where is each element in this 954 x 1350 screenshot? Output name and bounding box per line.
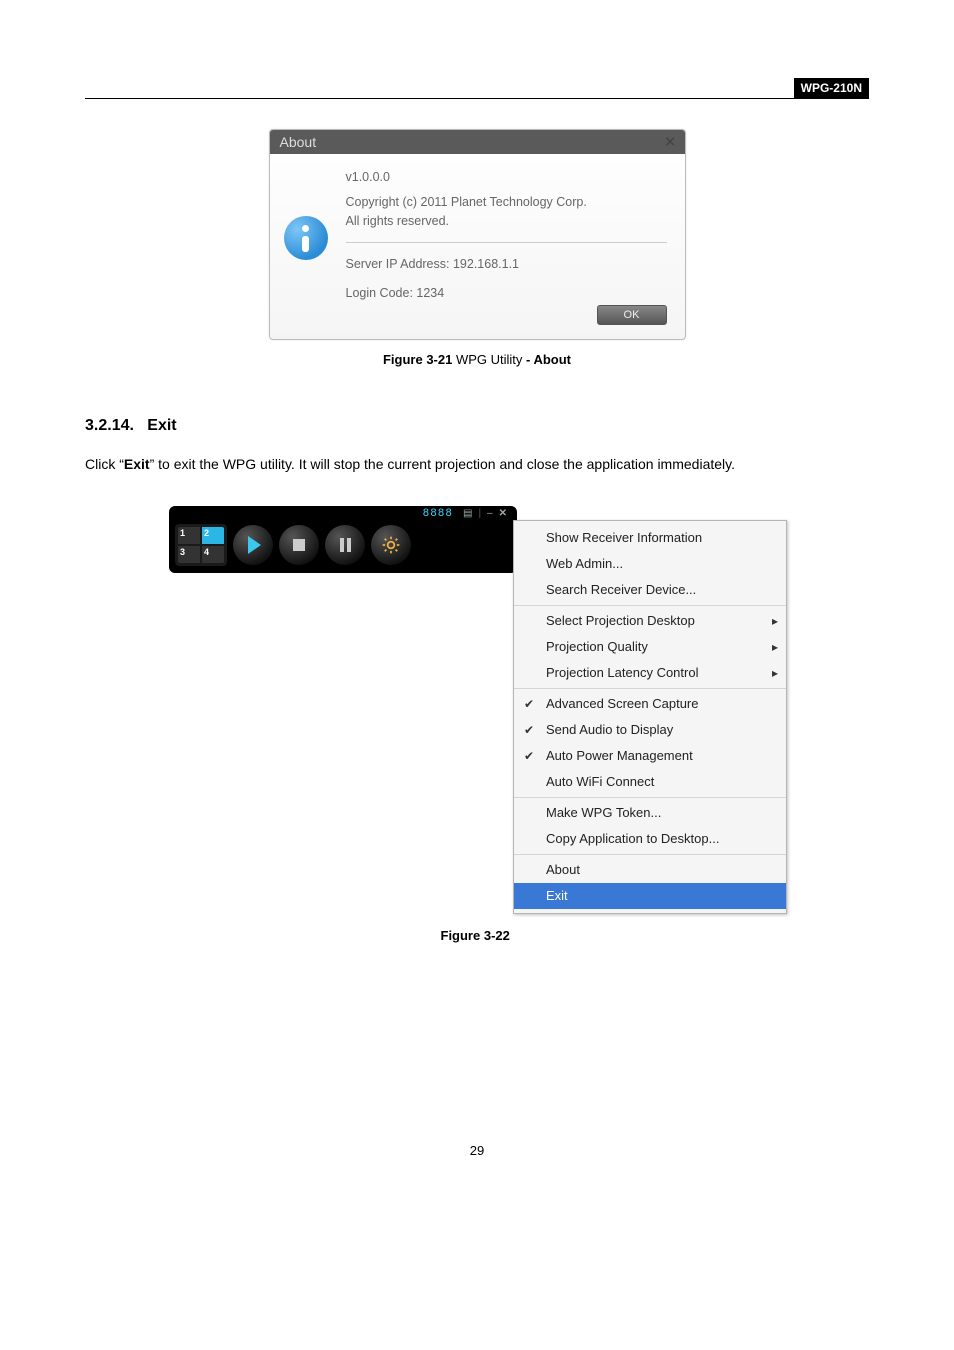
quadrant-2[interactable]: 2 bbox=[202, 527, 224, 544]
menu-web-admin[interactable]: Web Admin... bbox=[514, 551, 786, 577]
menu-show-receiver-info[interactable]: Show Receiver Information bbox=[514, 525, 786, 551]
login-code-display: 8888 bbox=[423, 508, 453, 520]
minimize-icon[interactable]: – bbox=[487, 508, 493, 520]
menu-projection-quality[interactable]: Projection Quality bbox=[514, 634, 786, 660]
about-titlebar: About ✕ bbox=[270, 130, 685, 154]
menu-about[interactable]: About bbox=[514, 857, 786, 883]
about-login-code: Login Code: 1234 bbox=[346, 284, 667, 303]
play-button[interactable] bbox=[233, 525, 273, 565]
menu-auto-wifi-connect[interactable]: Auto WiFi Connect bbox=[514, 769, 786, 795]
menu-copy-application[interactable]: Copy Application to Desktop... bbox=[514, 826, 786, 852]
gear-icon bbox=[381, 535, 401, 555]
context-menu: Show Receiver Information Web Admin... S… bbox=[513, 520, 787, 914]
info-icon bbox=[284, 216, 328, 260]
quadrant-1[interactable]: 1 bbox=[178, 527, 200, 544]
player-figure: 8888 ▤ | – ✕ 1 2 3 4 bbox=[169, 506, 785, 916]
about-copyright-1: Copyright (c) 2011 Planet Technology Cor… bbox=[346, 193, 667, 212]
about-version: v1.0.0.0 bbox=[346, 168, 667, 187]
about-dialog: About ✕ v1.0.0.0 Copyright (c) 2011 Plan… bbox=[269, 129, 686, 340]
ok-button[interactable]: OK bbox=[597, 305, 667, 326]
menu-icon[interactable]: ▤ bbox=[463, 508, 472, 520]
menu-auto-power-mgmt[interactable]: Auto Power Management bbox=[514, 743, 786, 769]
about-server-ip: Server IP Address: 192.168.1.1 bbox=[346, 255, 667, 274]
figure-caption-1: Figure 3-21 WPG Utility - About bbox=[85, 352, 869, 367]
product-tag: WPG-210N bbox=[794, 78, 869, 98]
pause-button[interactable] bbox=[325, 525, 365, 565]
menu-exit[interactable]: Exit bbox=[514, 883, 786, 909]
about-copyright-2: All rights reserved. bbox=[346, 212, 667, 231]
menu-projection-latency[interactable]: Projection Latency Control bbox=[514, 660, 786, 686]
header-rule bbox=[85, 98, 869, 99]
section-heading: 3.2.14. Exit bbox=[85, 417, 869, 435]
close-icon[interactable]: ✕ bbox=[664, 133, 677, 151]
menu-select-projection-desktop[interactable]: Select Projection Desktop bbox=[514, 608, 786, 634]
page-number: 29 bbox=[85, 1143, 869, 1158]
menu-make-wpg-token[interactable]: Make WPG Token... bbox=[514, 800, 786, 826]
settings-button[interactable] bbox=[371, 525, 411, 565]
quadrant-4[interactable]: 4 bbox=[202, 546, 224, 563]
menu-search-receiver[interactable]: Search Receiver Device... bbox=[514, 577, 786, 603]
stop-button[interactable] bbox=[279, 525, 319, 565]
player-bar: 8888 ▤ | – ✕ 1 2 3 4 bbox=[169, 506, 517, 573]
quadrant-3[interactable]: 3 bbox=[178, 546, 200, 563]
split-screen-selector[interactable]: 1 2 3 4 bbox=[175, 524, 227, 566]
close-window-icon[interactable]: ✕ bbox=[499, 508, 507, 520]
about-title-text: About bbox=[280, 134, 317, 150]
menu-advanced-screen-capture[interactable]: Advanced Screen Capture bbox=[514, 691, 786, 717]
section-body: Click “Exit” to exit the WPG utility. It… bbox=[85, 453, 869, 475]
figure-caption-2: Figure 3-22 bbox=[85, 928, 869, 943]
menu-send-audio[interactable]: Send Audio to Display bbox=[514, 717, 786, 743]
